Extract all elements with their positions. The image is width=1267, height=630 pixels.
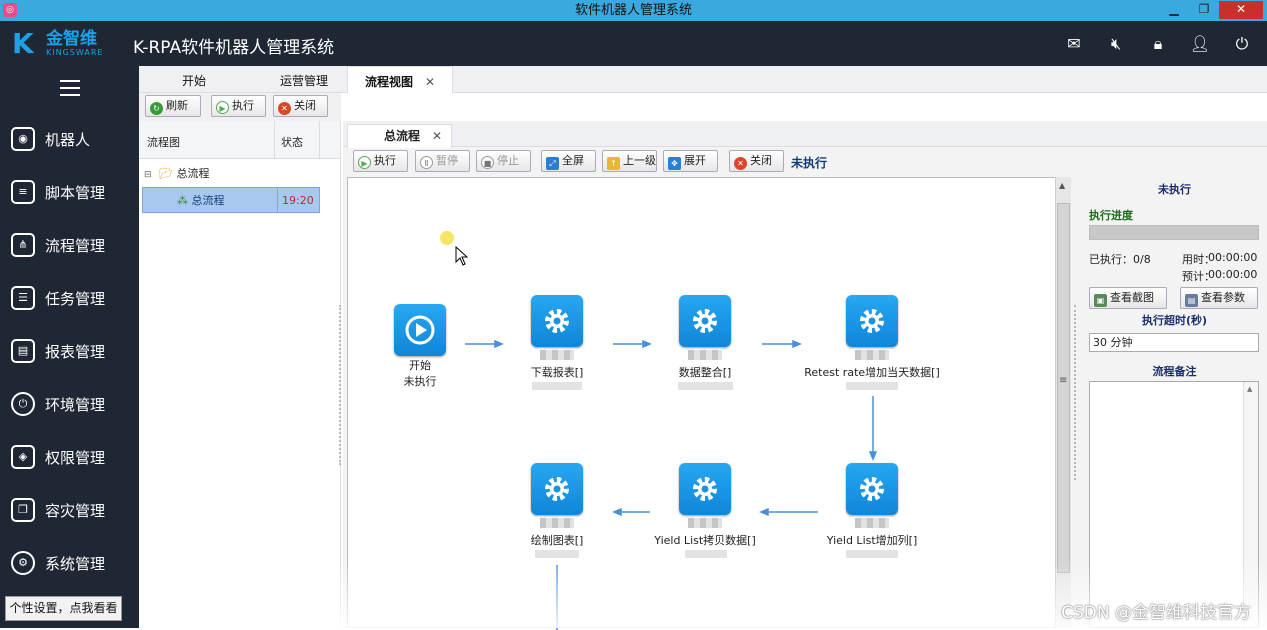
close-button[interactable]: ✕ 关闭 <box>273 95 328 117</box>
sidebar-item-robot[interactable]: ◉ 机器人 <box>0 119 139 159</box>
script-icon: ≡ <box>11 180 35 204</box>
flow-tree-panel: 流程图 状态 ⊟ 📂︎ 总流程 ⁂ 总流程 19:20 <box>139 121 341 628</box>
sidebar: ◉ 机器人 ≡ 脚本管理 ⋔ 流程管理 ☰ 任务管理 ▤ 报表管理 ⏻ 环境管理 ◈ 权限管理… <box>0 66 139 628</box>
timeout-label: 执行超时(秒) <box>1141 314 1208 327</box>
folder-up-icon: ↑ <box>607 157 620 170</box>
lock-icon[interactable]: 🔒︎ <box>1147 34 1169 54</box>
robot-icon: ◉ <box>11 127 35 151</box>
task-icon: ☰ <box>11 286 35 310</box>
play-icon: ▶ <box>358 156 371 169</box>
sidebar-item-report[interactable]: ▤ 报表管理 <box>0 331 139 371</box>
mail-icon[interactable]: ✉ <box>1063 34 1085 54</box>
sub-tabs: 总流程 ✕ <box>343 121 1267 148</box>
window-title: 软件机器人管理系统 <box>574 3 692 18</box>
close-icon: ✕ <box>734 157 747 170</box>
disaster-recovery-icon: ❐ <box>11 498 35 522</box>
info-status: 未执行 <box>1158 183 1191 196</box>
fullscreen-icon: ⤢ <box>546 157 559 170</box>
flow-pause-button[interactable]: Ⅱ 暂停 <box>415 150 470 172</box>
report-icon: ▤ <box>11 339 35 363</box>
progress-bar <box>1089 225 1259 240</box>
close-icon: ✕ <box>278 102 291 115</box>
expand-icon: ✥ <box>668 157 681 170</box>
tab-main-flow[interactable]: 总流程 ✕ <box>347 124 452 148</box>
run-button[interactable]: ▶ 执行 <box>211 95 266 117</box>
flow-icon: ⋔ <box>11 233 35 257</box>
play-icon: ▶ <box>216 101 229 114</box>
window-titlebar: ◎ 软件机器人管理系统 ▁ ❐ ✕ <box>0 0 1267 21</box>
notes-label: 流程备注 <box>1152 365 1197 378</box>
estimated-time: 00:00:00 <box>1208 268 1258 281</box>
close-window-button[interactable]: ✕ <box>1219 1 1263 19</box>
tree-node-child[interactable]: ⁂ 总流程 19:20 <box>142 187 320 213</box>
hamburger-menu-icon[interactable] <box>60 80 80 101</box>
sidebar-item-permission[interactable]: ◈ 权限管理 <box>0 437 139 477</box>
permission-icon: ◈ <box>11 445 35 469</box>
progress-label: 执行进度 <box>1089 209 1133 222</box>
close-tab-icon[interactable]: ✕ <box>425 75 435 89</box>
power-icon[interactable]: ⏻ <box>1231 34 1253 54</box>
folder-icon: 📂︎ <box>159 167 174 180</box>
sidebar-item-flow[interactable]: ⋔ 流程管理 <box>0 225 139 265</box>
watermark: CSDN @金智维科技官方 <box>1061 603 1251 623</box>
flowchart-icon: ⁂ <box>177 194 188 207</box>
tab-flow-view[interactable]: 流程视图 ✕ <box>347 66 453 93</box>
minimize-button[interactable]: ▁ <box>1159 1 1189 19</box>
settings-icon: ⚙ <box>11 551 35 575</box>
pause-icon: Ⅱ <box>420 156 433 169</box>
main-tabs: 开始 运营管理 流程视图 ✕ <box>139 66 1267 93</box>
tab-operations[interactable]: 运营管理 <box>259 66 349 93</box>
sidebar-item-script[interactable]: ≡ 脚本管理 <box>0 172 139 212</box>
node-status-time: 19:20 <box>277 188 314 212</box>
expand-button[interactable]: ✥ 展开 <box>663 150 718 172</box>
column-status: 状态 <box>274 121 320 159</box>
sidebar-item-system[interactable]: ⚙ 系统管理 <box>0 543 139 583</box>
tree-toolbar: ↻ 刷新 ▶ 执行 ✕ 关闭 <box>139 93 341 121</box>
tree-node-root[interactable]: ⊟ 📂︎ 总流程 <box>139 161 320 187</box>
sidebar-item-disaster-recovery[interactable]: ❐ 容灾管理 <box>0 490 139 530</box>
image-icon: ▣ <box>1094 294 1107 307</box>
flow-run-button[interactable]: ▶ 执行 <box>353 150 408 172</box>
kingsware-logo: K 金智维 KINGSWARE <box>12 27 104 60</box>
refresh-button[interactable]: ↻ 刷新 <box>145 95 201 117</box>
maximize-button[interactable]: ❐ <box>1189 1 1219 19</box>
document-icon: ▤ <box>1185 294 1198 307</box>
executed-count: 已执行：0/8 <box>1089 253 1151 266</box>
sidebar-item-task[interactable]: ☰ 任务管理 <box>0 278 139 318</box>
timeout-input[interactable]: 30 分钟 <box>1089 333 1259 352</box>
environment-icon: ⏻ <box>11 392 35 416</box>
mute-icon[interactable]: 🔇︎ <box>1105 34 1127 54</box>
app-header: K 金智维 KINGSWARE K-RPA软件机器人管理系统 ✉ 🔇︎ 🔒︎ 👤… <box>0 21 1267 66</box>
used-time: 00:00:00 <box>1208 251 1258 264</box>
user-icon[interactable]: 👤︎ <box>1189 34 1211 54</box>
up-level-button[interactable]: ↑ 上一级 <box>602 150 657 172</box>
flow-status: 未执行 <box>791 156 828 170</box>
close-subtab-icon[interactable]: ✕ <box>432 129 442 143</box>
column-flowchart: 流程图 <box>147 136 180 149</box>
app-icon: ◎ <box>3 3 17 17</box>
flow-close-button[interactable]: ✕ 关闭 <box>729 150 784 172</box>
flow-stop-button[interactable]: ■ 停止 <box>476 150 531 172</box>
view-params-button[interactable]: ▤ 查看参数 <box>1180 287 1258 309</box>
system-title: K-RPA软件机器人管理系统 <box>133 38 335 58</box>
stop-icon: ■ <box>481 156 494 169</box>
fullscreen-button[interactable]: ⤢ 全屏 <box>541 150 596 172</box>
right-splitter[interactable] <box>1074 305 1078 480</box>
collapse-icon[interactable]: ⊟ <box>144 170 152 180</box>
sidebar-item-environment[interactable]: ⏻ 环境管理 <box>0 384 139 424</box>
tree-header: 流程图 状态 <box>139 121 340 159</box>
tab-start[interactable]: 开始 <box>159 66 229 93</box>
view-screenshot-button[interactable]: ▣ 查看截图 <box>1089 287 1167 309</box>
refresh-icon: ↻ <box>150 102 163 115</box>
personalize-tooltip[interactable]: 个性设置，点我看看 <box>5 596 122 621</box>
